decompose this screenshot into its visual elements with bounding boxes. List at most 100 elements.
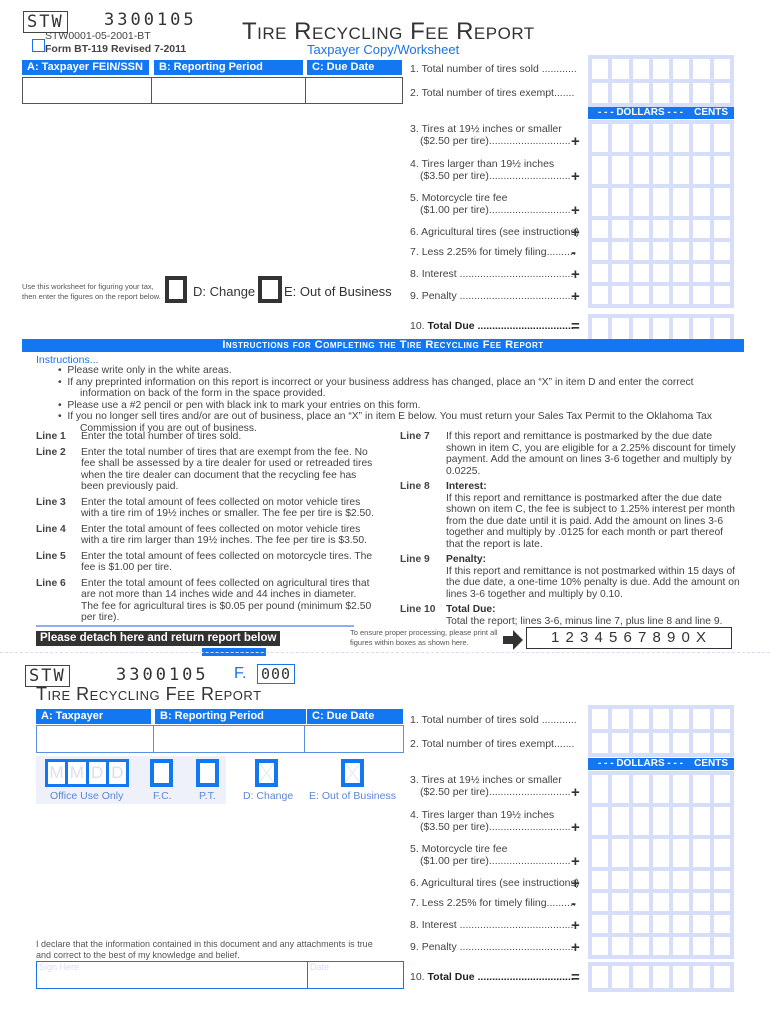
digit-box[interactable] xyxy=(632,937,649,955)
digit-box[interactable] xyxy=(693,156,710,184)
digit-box[interactable] xyxy=(713,220,730,238)
digit-box[interactable] xyxy=(693,286,710,304)
digit-box[interactable] xyxy=(612,839,629,867)
digit-box[interactable] xyxy=(652,242,670,260)
digit-box[interactable] xyxy=(713,775,730,803)
digit-box[interactable] xyxy=(592,871,609,889)
digit-box[interactable] xyxy=(693,807,710,835)
digit-box[interactable] xyxy=(612,807,629,835)
digit-box[interactable] xyxy=(693,733,710,753)
digit-box[interactable] xyxy=(592,915,609,933)
digit-box[interactable] xyxy=(592,83,609,103)
digit-box[interactable] xyxy=(632,915,649,933)
digit-box[interactable] xyxy=(713,188,730,216)
digit-box[interactable] xyxy=(693,188,710,216)
digit-box[interactable] xyxy=(652,937,670,955)
signature-field[interactable]: Sign Here xyxy=(36,961,308,989)
digit-box[interactable] xyxy=(632,242,649,260)
digit-box[interactable] xyxy=(612,966,629,988)
digit-box[interactable] xyxy=(673,966,690,988)
digit-box[interactable] xyxy=(632,807,649,835)
digit-box[interactable] xyxy=(713,156,730,184)
digit-box[interactable] xyxy=(632,709,649,729)
form-checkbox[interactable] xyxy=(32,39,45,52)
digit-box[interactable] xyxy=(612,318,629,340)
digit-box[interactable] xyxy=(673,915,690,933)
digit-box[interactable] xyxy=(592,937,609,955)
digit-box[interactable] xyxy=(592,733,609,753)
digit-box[interactable] xyxy=(612,156,629,184)
fein-field[interactable] xyxy=(22,77,152,104)
fein-field-bottom[interactable] xyxy=(36,725,154,753)
digit-box[interactable] xyxy=(632,59,649,79)
digit-box[interactable] xyxy=(673,83,690,103)
digit-box[interactable] xyxy=(673,286,690,304)
digit-box[interactable] xyxy=(632,124,649,152)
digit-box[interactable] xyxy=(673,264,690,282)
digit-box[interactable] xyxy=(693,893,710,911)
digit-box[interactable] xyxy=(652,966,670,988)
digit-box[interactable] xyxy=(612,220,629,238)
digit-box[interactable] xyxy=(632,220,649,238)
digit-box[interactable] xyxy=(713,242,730,260)
digit-box[interactable] xyxy=(652,893,670,911)
digit-box[interactable] xyxy=(592,242,609,260)
digit-box[interactable] xyxy=(652,156,670,184)
digit-box[interactable] xyxy=(713,59,730,79)
digit-box[interactable] xyxy=(612,188,629,216)
reporting-period-field-bottom[interactable] xyxy=(153,725,305,753)
digit-box[interactable] xyxy=(713,937,730,955)
digit-box[interactable] xyxy=(632,188,649,216)
digit-box[interactable] xyxy=(592,220,609,238)
digit-box[interactable] xyxy=(693,966,710,988)
digit-box[interactable] xyxy=(632,733,649,753)
digit-box[interactable] xyxy=(592,264,609,282)
digit-box[interactable] xyxy=(612,59,629,79)
digit-box[interactable] xyxy=(632,893,649,911)
digit-box[interactable] xyxy=(612,893,629,911)
pt-checkbox[interactable] xyxy=(196,759,219,787)
digit-box[interactable] xyxy=(632,966,649,988)
digit-box[interactable] xyxy=(673,733,690,753)
digit-box[interactable] xyxy=(693,937,710,955)
digit-box[interactable] xyxy=(612,242,629,260)
digit-box[interactable] xyxy=(693,242,710,260)
digit-box[interactable] xyxy=(693,264,710,282)
digit-box[interactable] xyxy=(592,709,609,729)
digit-box[interactable] xyxy=(713,893,730,911)
digit-box[interactable] xyxy=(652,871,670,889)
digit-box[interactable] xyxy=(713,733,730,753)
digit-box[interactable] xyxy=(652,709,670,729)
digit-box[interactable] xyxy=(713,915,730,933)
digit-box[interactable] xyxy=(632,318,649,340)
digit-box[interactable] xyxy=(693,709,710,729)
digit-box[interactable] xyxy=(612,915,629,933)
digit-box[interactable] xyxy=(652,775,670,803)
due-date-field[interactable] xyxy=(305,77,403,104)
digit-box[interactable] xyxy=(673,188,690,216)
digit-box[interactable] xyxy=(693,871,710,889)
fc-checkbox[interactable] xyxy=(150,759,173,787)
digit-box[interactable] xyxy=(713,318,730,340)
digit-box[interactable] xyxy=(592,188,609,216)
digit-box[interactable] xyxy=(652,83,670,103)
digit-box[interactable] xyxy=(652,318,670,340)
digit-box[interactable] xyxy=(713,264,730,282)
digit-box[interactable] xyxy=(673,709,690,729)
digit-box[interactable] xyxy=(673,242,690,260)
digit-box[interactable] xyxy=(592,839,609,867)
digit-box[interactable] xyxy=(612,871,629,889)
reporting-period-field[interactable] xyxy=(151,77,306,104)
digit-box[interactable] xyxy=(592,124,609,152)
digit-box[interactable] xyxy=(673,156,690,184)
d-change-checkbox-bottom[interactable] xyxy=(255,759,278,787)
digit-box[interactable] xyxy=(592,807,609,835)
digit-box[interactable] xyxy=(713,286,730,304)
digit-box[interactable] xyxy=(693,220,710,238)
digit-box[interactable] xyxy=(693,83,710,103)
digit-box[interactable] xyxy=(632,264,649,282)
digit-box[interactable] xyxy=(652,839,670,867)
digit-box[interactable] xyxy=(612,286,629,304)
digit-box[interactable] xyxy=(673,124,690,152)
digit-box[interactable] xyxy=(713,966,730,988)
